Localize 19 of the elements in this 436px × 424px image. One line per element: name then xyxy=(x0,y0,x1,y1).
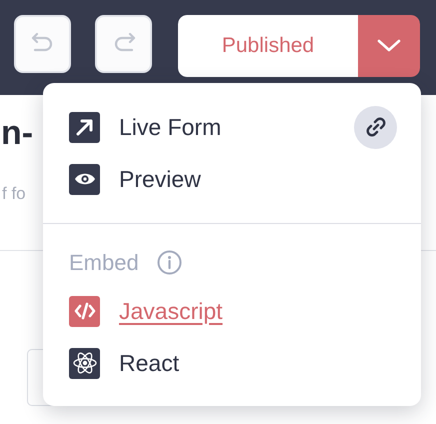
info-icon[interactable] xyxy=(156,250,182,275)
eye-icon xyxy=(69,164,100,194)
menu-item[interactable]: Javascript xyxy=(69,285,397,337)
menu-item[interactable]: Live Form xyxy=(69,101,222,153)
code-icon xyxy=(69,296,100,326)
publish-button[interactable]: Published xyxy=(178,15,358,77)
menu-item[interactable]: React xyxy=(69,337,397,389)
page-title: n- xyxy=(1,113,34,154)
external-link-icon xyxy=(69,112,100,142)
section-heading: Embed xyxy=(69,249,139,277)
chevron-down-icon xyxy=(377,39,401,53)
redo-button[interactable] xyxy=(95,15,152,73)
atom-icon xyxy=(69,348,100,378)
copy-link-button[interactable] xyxy=(354,106,397,148)
page-subtitle: f fo xyxy=(2,183,26,205)
dropdown-toggle-button[interactable] xyxy=(358,15,420,77)
link-icon xyxy=(364,115,388,139)
menu-item[interactable]: Preview xyxy=(69,153,201,205)
undo-button[interactable] xyxy=(14,15,71,73)
